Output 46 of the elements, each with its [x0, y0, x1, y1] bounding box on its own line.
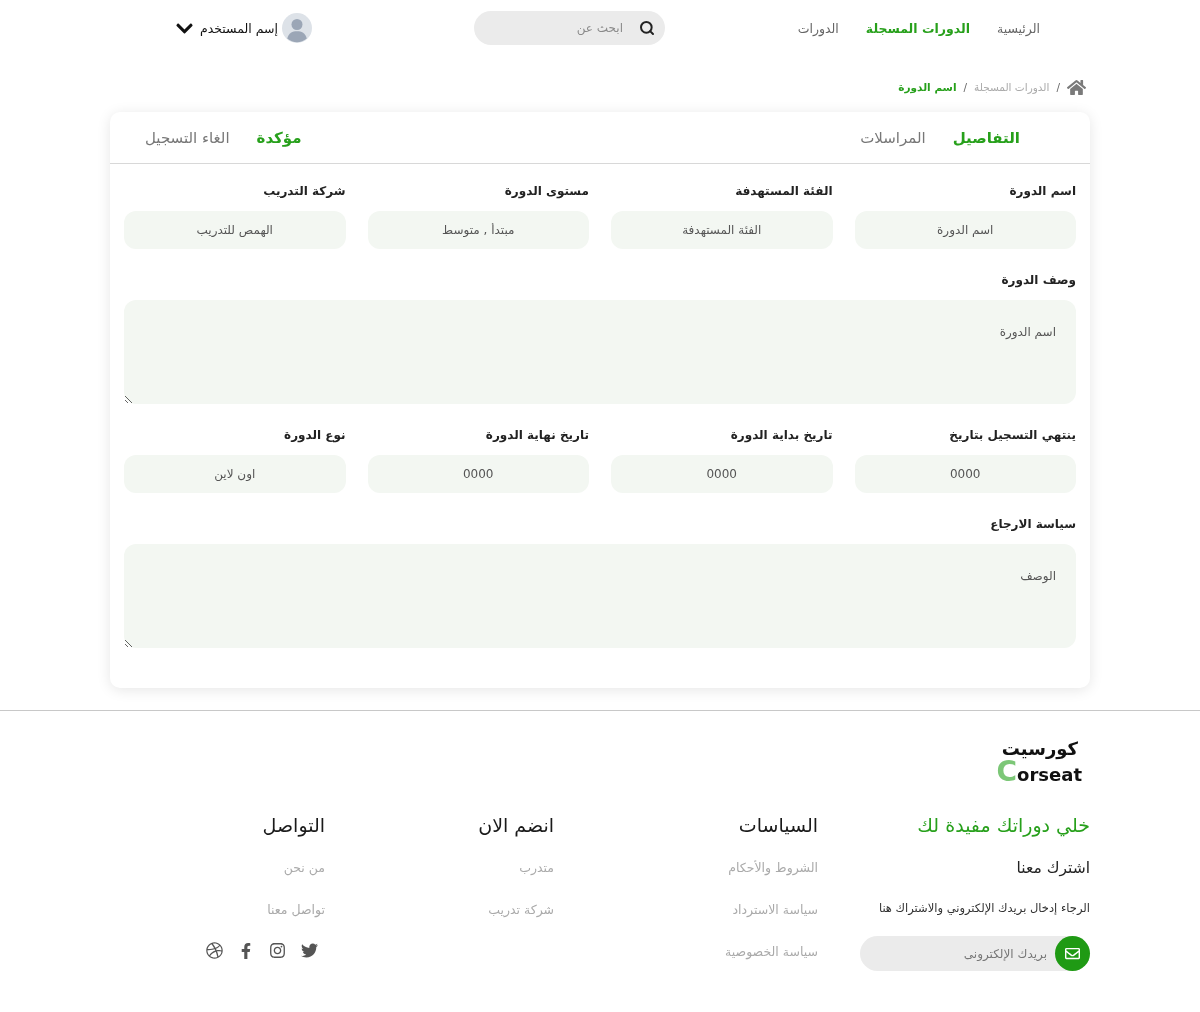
field-label: سياسة الارجاع — [990, 516, 1076, 532]
instagram-icon[interactable] — [269, 942, 286, 959]
text-area-field[interactable]: الوصف — [124, 544, 1076, 648]
footer-heading: انضم الان — [478, 813, 554, 839]
breadcrumb-separator: / — [963, 81, 968, 93]
breadcrumb-current-page: اسم الدورة — [898, 81, 957, 93]
status-label: مؤكدة — [256, 128, 302, 147]
logo-arabic-wordmark: كورسيت — [1001, 739, 1078, 759]
cancel-registration-link[interactable]: الغاء التسجيل — [145, 128, 230, 147]
nav-link[interactable]: الدورات — [797, 20, 839, 36]
field-label: شركة التدريب — [263, 183, 346, 199]
nav-link[interactable]: الدورات المسجلة — [865, 20, 970, 36]
logo-latin-wordmark: Corseat — [996, 759, 1082, 788]
twitter-icon[interactable] — [301, 942, 318, 959]
field-label: الفئة المستهدفة — [735, 183, 833, 199]
footer-heading: التواصل — [262, 813, 325, 839]
field-label: وصف الدورة — [1001, 272, 1076, 288]
search-field[interactable]: ابحث عن — [474, 11, 665, 45]
field-label: نوع الدورة — [284, 427, 346, 443]
subscribe-text: الرجاء إدخال بريدك الإلكتروني والاشتراك هنا — [878, 900, 1090, 917]
field-label: اسم الدورة — [1009, 183, 1076, 199]
subscribe-heading: اشترك معنا — [1016, 858, 1090, 879]
field-label: تاريخ بداية الدورة — [730, 427, 833, 443]
tab[interactable]: التفاصيل — [952, 128, 1020, 147]
dribbble-icon[interactable] — [206, 942, 223, 959]
avatar-icon — [282, 13, 312, 43]
text-field[interactable]: اون لاين — [124, 455, 346, 493]
text-field[interactable]: 0000 — [611, 455, 833, 493]
footer-heading: خلي دوراتك مفيدة لك — [917, 813, 1090, 839]
user-menu-button[interactable]: إسم المستخدم — [174, 13, 312, 43]
nav-link[interactable]: الرئيسية — [996, 20, 1040, 36]
home-icon[interactable] — [1067, 77, 1086, 97]
field-label: ينتهي التسجيل بتاريخ — [949, 427, 1076, 443]
text-field[interactable]: الهمص للتدريب — [124, 211, 346, 249]
mail-icon — [1065, 946, 1080, 961]
footer-heading: السياسات — [738, 813, 818, 838]
text-area-field[interactable]: اسم الدورة — [124, 300, 1076, 404]
text-field[interactable]: 0000 — [854, 455, 1076, 493]
field-label: تاريخ نهاية الدورة — [485, 427, 589, 443]
text-field[interactable]: الفئة المستهدفة — [611, 211, 833, 249]
text-field[interactable]: 0000 — [367, 455, 589, 493]
tab[interactable]: المراسلات — [860, 128, 926, 147]
field-label: مستوى الدورة — [504, 183, 589, 199]
breadcrumb-separator: / — [1056, 81, 1060, 93]
text-field[interactable]: اسم الدورة — [854, 211, 1076, 249]
search-icon — [639, 20, 655, 36]
